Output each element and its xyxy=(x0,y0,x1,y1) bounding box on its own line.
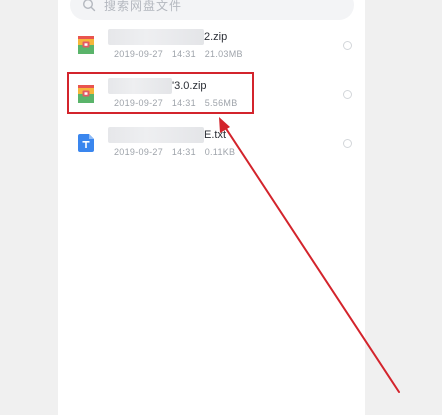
file-date: 2019-09-27 xyxy=(114,98,164,108)
file-meta: 2019-09-27 14:31 5.56MB xyxy=(114,98,244,108)
file-name: '3.0.zip xyxy=(108,77,308,95)
zip-file-icon xyxy=(78,36,94,54)
file-row[interactable]: 2.zip 2019-09-27 14:31 21.03MB xyxy=(58,22,365,70)
redacted-name-blur xyxy=(108,78,172,94)
file-time: 14:31 xyxy=(171,147,196,157)
select-radio[interactable] xyxy=(343,139,352,148)
text-file-icon xyxy=(78,134,94,152)
search-icon xyxy=(83,0,96,12)
search-placeholder: 搜索网盘文件 xyxy=(104,0,183,13)
select-radio[interactable] xyxy=(343,90,352,99)
file-name: 2.zip xyxy=(108,28,308,46)
file-size: 21.03MB xyxy=(204,49,243,59)
zip-file-icon xyxy=(78,85,94,103)
select-radio[interactable] xyxy=(343,41,352,50)
file-size: 5.56MB xyxy=(204,98,238,108)
redacted-name-blur xyxy=(108,29,204,45)
redacted-name-blur xyxy=(108,127,204,143)
file-name: E.txt xyxy=(108,126,308,144)
file-meta: 2019-09-27 14:31 0.11KB xyxy=(114,147,241,157)
file-size: 0.11KB xyxy=(204,147,236,157)
file-list-screen: 搜索网盘文件 2.zip 2019-09-27 14:31 21.03MB '3… xyxy=(58,0,365,415)
file-date: 2019-09-27 xyxy=(114,147,164,157)
file-name-suffix: E.txt xyxy=(204,129,227,141)
file-time: 14:31 xyxy=(171,98,196,108)
file-time: 14:31 xyxy=(171,49,196,59)
file-meta: 2019-09-27 14:31 21.03MB xyxy=(114,49,249,59)
file-name-suffix: 2.zip xyxy=(204,31,228,43)
search-bar[interactable]: 搜索网盘文件 xyxy=(70,0,354,20)
file-row[interactable]: E.txt 2019-09-27 14:31 0.11KB xyxy=(58,120,365,168)
file-date: 2019-09-27 xyxy=(114,49,164,59)
file-name-suffix: '3.0.zip xyxy=(172,80,207,92)
file-row[interactable]: '3.0.zip 2019-09-27 14:31 5.56MB xyxy=(58,71,365,119)
